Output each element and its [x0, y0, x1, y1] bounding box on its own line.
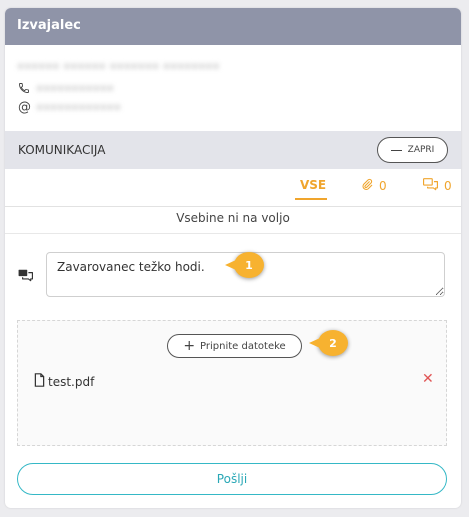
- attachment-dropzone[interactable]: + Pripnite datoteke test.pdf ✕: [17, 320, 447, 446]
- communication-tabs: VSE 0 0: [5, 169, 461, 207]
- card-header: Izvajalec: [5, 8, 461, 45]
- attach-files-label: Pripnite datoteke: [200, 340, 286, 352]
- phone-icon: [18, 82, 30, 98]
- close-button[interactable]: ZAPRI: [377, 137, 448, 163]
- tab-messages[interactable]: 0: [423, 178, 452, 194]
- send-button[interactable]: Pošlji: [17, 463, 447, 495]
- at-icon: @: [18, 100, 31, 115]
- callout-badge-1: 1: [225, 252, 264, 278]
- attached-file: test.pdf: [34, 373, 94, 390]
- message-icon: [18, 267, 33, 286]
- card-title: Izvajalec: [17, 18, 81, 33]
- contact-email: ••••••••••••: [36, 101, 121, 115]
- callout-badge-2: 2: [309, 330, 348, 356]
- minus-icon: [390, 149, 402, 151]
- tab-all[interactable]: VSE: [300, 178, 326, 192]
- file-name: test.pdf: [48, 374, 95, 389]
- empty-state-text: Vsebine ni na voljo: [176, 211, 290, 225]
- send-button-label: Pošlji: [216, 472, 248, 486]
- file-icon: [34, 373, 45, 390]
- attach-files-button[interactable]: + Pripnite datoteke: [167, 334, 302, 358]
- tab-attachments[interactable]: 0: [361, 178, 387, 194]
- contact-phone: •••••••••••: [36, 82, 114, 96]
- paperclip-icon: [361, 178, 373, 194]
- chat-icon: [423, 178, 438, 194]
- remove-file-icon[interactable]: ✕: [422, 371, 434, 387]
- contact-name: •••••• •••••• ••••••• ••••••••: [17, 60, 220, 74]
- communication-bar: KOMUNIKACIJA ZAPRI: [5, 131, 461, 169]
- communication-title: KOMUNIKACIJA: [18, 143, 106, 157]
- plus-icon: +: [183, 338, 196, 354]
- provider-card: Izvajalec •••••• •••••• ••••••• ••••••••…: [5, 8, 461, 508]
- tab-all-underline: [295, 198, 327, 200]
- messages-count: 0: [444, 179, 452, 193]
- close-button-label: ZAPRI: [407, 145, 435, 155]
- empty-state: Vsebine ni na voljo: [5, 207, 461, 234]
- attachments-count: 0: [379, 179, 387, 193]
